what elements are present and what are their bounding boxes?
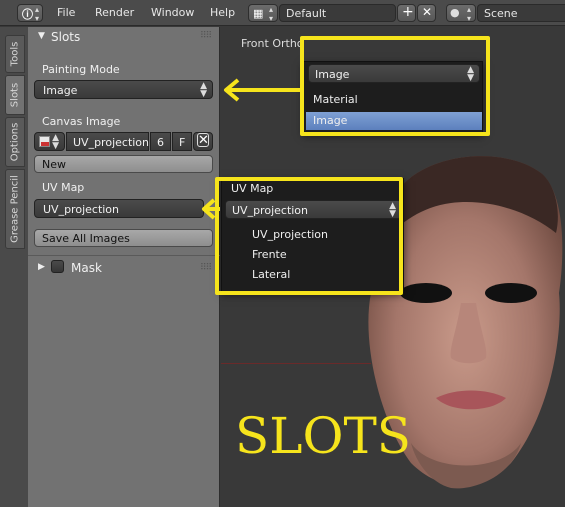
- annotation-arrows: [202, 78, 301, 220]
